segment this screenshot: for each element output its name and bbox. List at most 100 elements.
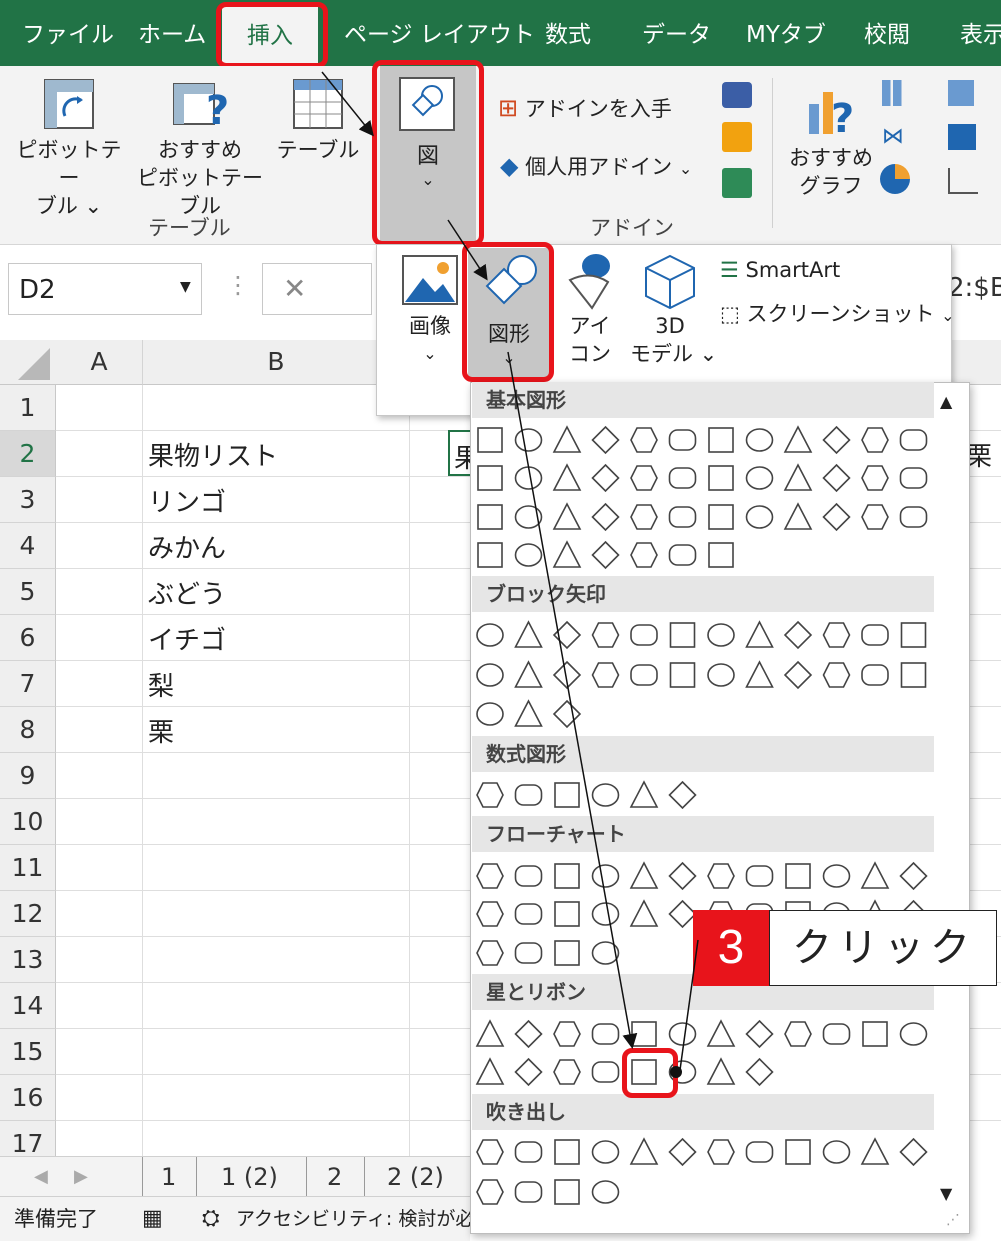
gallery-shape-item[interactable] (630, 427, 658, 453)
gallery-shape-item[interactable] (862, 1021, 888, 1047)
gallery-shape-item[interactable] (822, 463, 851, 493)
gallery-shape-item[interactable] (514, 942, 543, 964)
gallery-shape-item[interactable] (668, 506, 697, 528)
gallery-shape-item[interactable] (745, 1141, 774, 1163)
gallery-shape-item[interactable] (591, 1061, 620, 1083)
gallery-shape-item[interactable] (706, 1019, 736, 1047)
gallery-shape-item[interactable] (899, 1137, 928, 1167)
gallery-shape-item[interactable] (860, 861, 890, 889)
gallery-shape-item[interactable] (552, 463, 582, 491)
gallery-shape-item[interactable] (552, 502, 582, 530)
gallery-shape-item[interactable] (629, 1137, 659, 1165)
gallery-shape-item[interactable] (514, 660, 543, 688)
gallery-shape-item[interactable] (900, 622, 927, 648)
gallery-shape-item[interactable] (708, 542, 734, 568)
gallery-shape-item[interactable] (477, 465, 503, 491)
gallery-shape-item[interactable] (629, 861, 659, 889)
gallery-shape-item[interactable] (477, 542, 503, 568)
gallery-shape-item[interactable] (899, 506, 928, 528)
gallery-shape-item[interactable] (554, 940, 580, 966)
gallery-shape-item[interactable] (668, 861, 697, 891)
gallery-shape-item[interactable] (668, 467, 697, 489)
gallery-shape-item[interactable] (707, 663, 735, 687)
gallery-shape-item[interactable] (552, 620, 582, 650)
gallery-shape-item[interactable] (899, 429, 928, 451)
gallery-shape-item[interactable] (745, 1057, 774, 1087)
gallery-shape-item[interactable] (476, 663, 504, 687)
gallery-shape-item[interactable] (477, 427, 503, 453)
gallery-shape-item[interactable] (514, 1057, 543, 1087)
gallery-shape-item[interactable] (591, 1023, 620, 1045)
gallery-shape-item[interactable] (822, 864, 851, 888)
gallery-shape-item[interactable] (745, 505, 774, 529)
gallery-shape-item[interactable] (476, 623, 504, 647)
gallery-shape-item[interactable] (514, 1141, 543, 1163)
gallery-shape-item[interactable] (591, 864, 620, 888)
gallery-shape-item[interactable] (669, 662, 696, 688)
gallery-shape-item[interactable] (706, 1057, 736, 1085)
gallery-shape-item[interactable] (554, 863, 580, 889)
gallery-shape-item[interactable] (822, 425, 851, 455)
gallery-shape-item[interactable] (552, 425, 582, 453)
gallery-shape-item[interactable] (631, 1021, 657, 1047)
gallery-shape-item[interactable] (514, 505, 543, 529)
gallery-shape-item[interactable] (630, 624, 658, 646)
gallery-shape-item[interactable] (552, 540, 582, 568)
gallery-shape-item[interactable] (553, 1021, 581, 1047)
gallery-shape-item[interactable] (669, 622, 696, 648)
gallery-shape-item[interactable] (514, 1181, 543, 1203)
gallery-shape-item[interactable] (861, 504, 889, 530)
gallery-shape-item[interactable] (476, 901, 504, 927)
gallery-shape-item[interactable] (552, 699, 582, 729)
gallery-shape-item[interactable] (707, 1139, 735, 1165)
gallery-shape-item[interactable] (475, 1019, 505, 1047)
gallery-shape-item[interactable] (514, 784, 543, 806)
gallery-shape-item[interactable] (745, 865, 774, 887)
gallery-shape-item[interactable] (668, 899, 697, 929)
gallery-shape-item[interactable] (822, 662, 851, 688)
gallery-shape-item[interactable] (591, 502, 620, 532)
gallery-shape-item[interactable] (629, 780, 659, 808)
gallery-shape-item[interactable] (476, 702, 504, 726)
gallery-shape-item[interactable] (668, 544, 697, 566)
gallery-shape-item[interactable] (591, 425, 620, 455)
gallery-shape-item[interactable] (784, 1021, 812, 1047)
gallery-shape-item[interactable] (668, 1022, 697, 1046)
gallery-shape-item[interactable] (822, 502, 851, 532)
gallery-shape-item[interactable] (708, 427, 734, 453)
gallery-shape-item[interactable] (591, 1140, 620, 1164)
gallery-shape-item[interactable] (476, 1179, 504, 1205)
gallery-shape-item[interactable] (707, 863, 735, 889)
gallery-shape-item[interactable] (783, 425, 813, 453)
gallery-shape-item[interactable] (630, 504, 658, 530)
gallery-shape-item[interactable] (514, 1019, 543, 1049)
gallery-shape-item[interactable] (783, 660, 813, 690)
gallery-shape-item[interactable] (745, 466, 774, 490)
gallery-shape-item[interactable] (475, 1057, 505, 1085)
gallery-shape-item[interactable] (899, 861, 928, 891)
gallery-shape-item[interactable] (514, 903, 543, 925)
gallery-shape-item[interactable] (822, 1023, 851, 1045)
gallery-shape-item[interactable] (861, 624, 889, 646)
gallery-shape-item[interactable] (554, 901, 580, 927)
gallery-shape-item[interactable] (514, 428, 543, 452)
gallery-shape-item[interactable] (707, 623, 735, 647)
gallery-shape-item[interactable] (629, 899, 659, 927)
gallery-shape-item[interactable] (477, 504, 503, 530)
gallery-shape-item[interactable] (630, 542, 658, 568)
gallery-shape-item[interactable] (476, 1139, 504, 1165)
gallery-shape-item[interactable] (591, 662, 620, 688)
gallery-shape-item[interactable] (591, 540, 620, 570)
gallery-shape-item[interactable] (514, 865, 543, 887)
gallery-shape-item[interactable] (745, 660, 774, 688)
gallery-shape-item[interactable] (476, 863, 504, 889)
gallery-shape-item[interactable] (861, 664, 889, 686)
gallery-shape-item[interactable] (591, 1180, 620, 1204)
gallery-shape-item[interactable] (745, 428, 774, 452)
gallery-shape-item[interactable] (900, 662, 927, 688)
gallery-shape-item[interactable] (630, 465, 658, 491)
gallery-shape-item[interactable] (899, 467, 928, 489)
gallery-shape-item[interactable] (514, 466, 543, 490)
gallery-shape-item[interactable] (708, 465, 734, 491)
gallery-shape-item[interactable] (783, 463, 813, 491)
